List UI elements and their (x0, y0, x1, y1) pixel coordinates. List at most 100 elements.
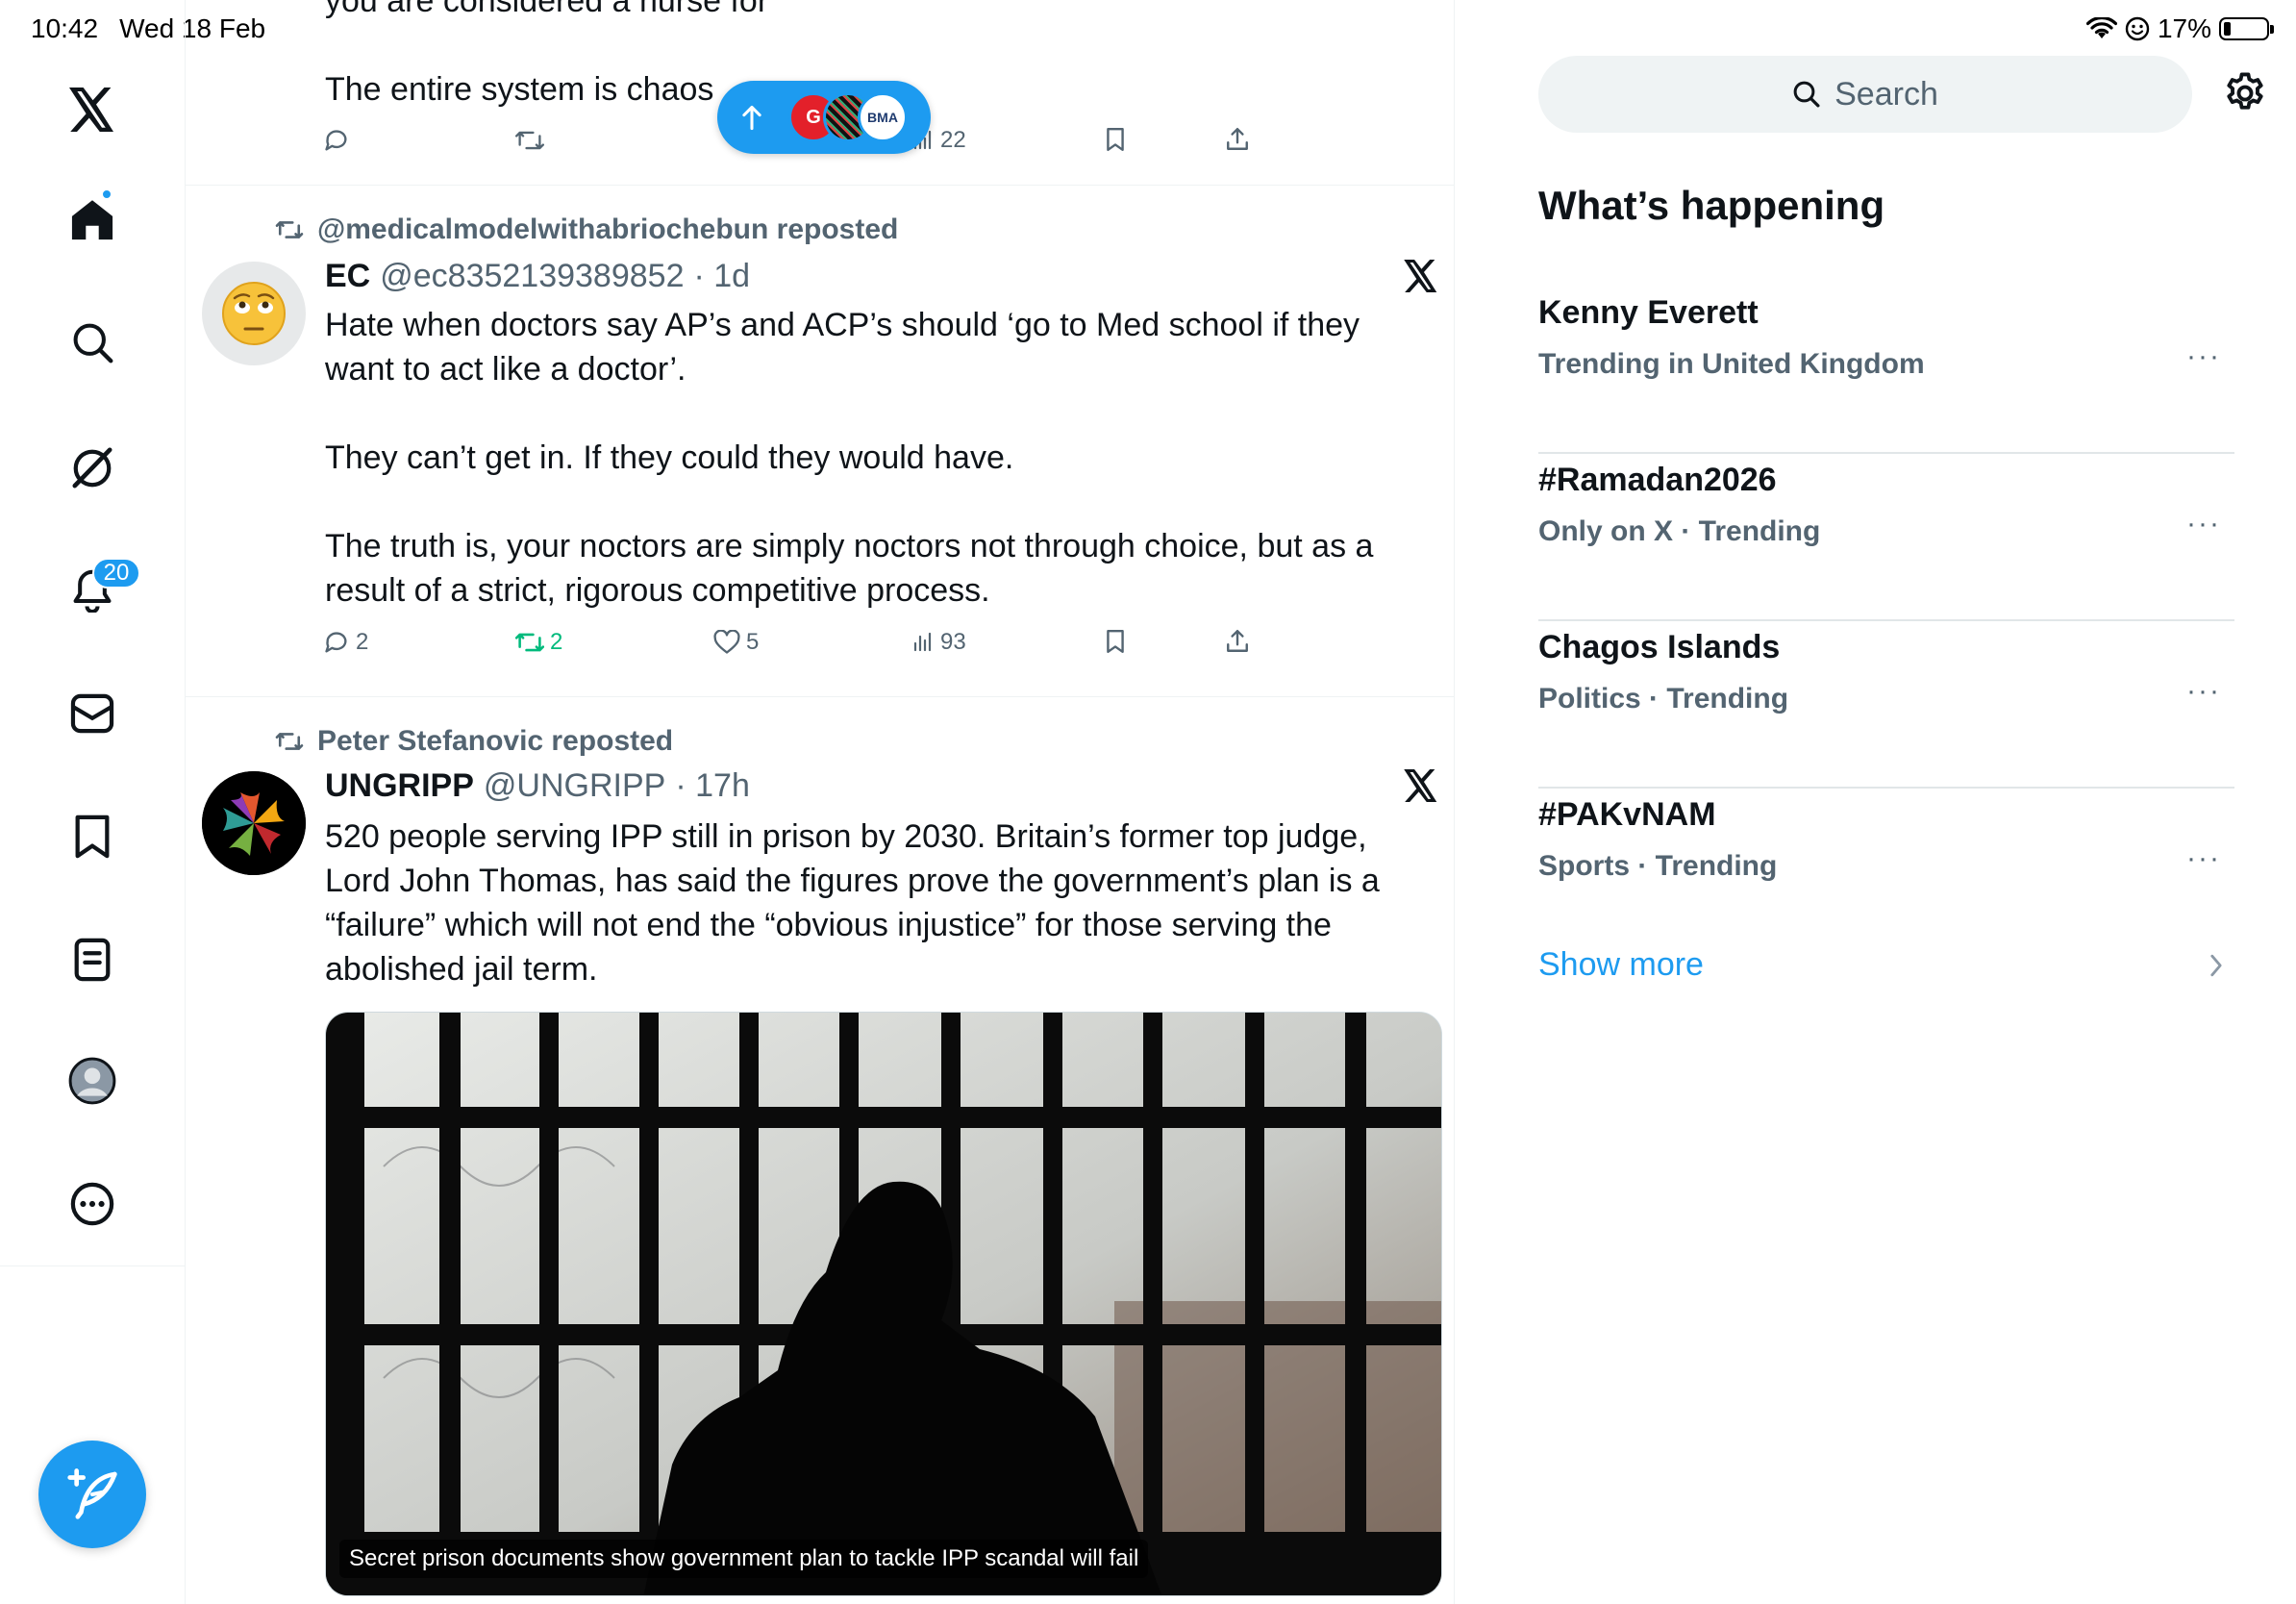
search-input[interactable]: Search (1538, 56, 2192, 133)
more-options-icon[interactable]: ··· (2186, 842, 2221, 875)
battery-percentage: 17% (2157, 13, 2211, 43)
media-caption: Secret prison documents show government … (339, 1540, 1149, 1578)
repost-context[interactable]: @medicalmodelwithabriochebun reposted (275, 213, 898, 246)
tweet-text-line: They can’t get in. If they could they wo… (325, 439, 1014, 476)
tweet-text-line: The truth is, your noctors are simply no… (325, 528, 1374, 564)
tweet-author[interactable]: EC @ec8352139389852 · 1d (325, 258, 750, 295)
reply-button[interactable] (323, 127, 350, 154)
trend-meta: Only on X · Trending (1538, 515, 1821, 547)
author-handle: @ec8352139389852 (380, 258, 685, 294)
repost-context[interactable]: Peter Stefanovic reposted (275, 725, 673, 758)
like-count: 5 (746, 629, 760, 655)
repost-button[interactable] (515, 127, 544, 154)
trend-item[interactable]: Chagos Islands Politics · Trending ··· (1538, 621, 2234, 789)
repost-button[interactable]: 2 (515, 629, 562, 656)
trend-item[interactable]: #PAKvNAM Sports · Trending ··· (1538, 789, 2234, 956)
compose-post-icon (65, 1467, 119, 1521)
compose-post-button[interactable] (38, 1441, 146, 1548)
tweet-text-line: Lord John Thomas, has said the figures p… (325, 863, 1380, 899)
tweet-text-line: Hate when doctors say AP’s and ACP’s sho… (325, 307, 1360, 343)
repost-icon (275, 217, 304, 242)
like-button[interactable]: 5 (713, 629, 759, 656)
x-logo-icon (1404, 260, 1442, 298)
battery-icon (2219, 17, 2274, 40)
tweet-text-line: result of a strict, rigorous competitive… (325, 572, 990, 609)
reply-count: 2 (356, 629, 369, 655)
arrow-up-icon (740, 104, 763, 131)
focus-mode-icon (2125, 16, 2150, 41)
tweet-text-line: 520 people serving IPP still in prison b… (325, 818, 1367, 855)
new-post-avatar: BMA (858, 92, 908, 142)
tweet-time: · 17h (675, 767, 750, 804)
tweet-text-line: “failure” which will not end the “obviou… (325, 907, 1332, 943)
search-icon[interactable] (63, 313, 121, 371)
avatar[interactable] (202, 771, 306, 875)
trend-item[interactable]: Kenny Everett Trending in United Kingdom… (1538, 287, 2234, 454)
grok-icon[interactable] (63, 439, 121, 496)
tweet-text-last-line: The entire system is chaos (325, 71, 714, 108)
tweet-separator (186, 696, 1454, 697)
trend-name: Kenny Everett (1538, 294, 1759, 331)
search-icon (1792, 80, 1821, 109)
whats-happening-title: What’s happening (1538, 183, 1885, 228)
status-time: 10:42 (31, 13, 99, 43)
status-bar-indicators: 17% (2085, 13, 2274, 44)
tweet-actions: 2 2 5 93 (323, 629, 1256, 667)
views-count: 93 (940, 629, 966, 655)
tweet-text-partial: you are considered a nurse for (325, 0, 769, 19)
share-button[interactable] (1225, 629, 1250, 654)
tweet-text-line: want to act like a doctor’. (325, 351, 686, 388)
tweet-author[interactable]: UNGRIPP @UNGRIPP · 17h (325, 767, 750, 805)
trend-meta: Politics · Trending (1538, 683, 1789, 714)
wifi-icon (2085, 17, 2117, 40)
author-handle: @UNGRIPP (483, 767, 666, 804)
more-options-icon[interactable]: ··· (2186, 508, 2221, 540)
trend-item[interactable]: #Ramadan2026 Only on X · Trending ··· (1538, 454, 2234, 621)
bookmark-button[interactable] (1104, 629, 1127, 654)
show-more-link[interactable]: Show more (1538, 946, 1704, 984)
trend-name: Chagos Islands (1538, 629, 1781, 665)
home-unread-dot (101, 188, 112, 200)
repost-icon (275, 729, 304, 754)
author-name[interactable]: UNGRIPP (325, 767, 474, 805)
trend-name: #PAKvNAM (1538, 796, 1716, 833)
avatar[interactable] (202, 262, 306, 365)
messages-icon[interactable] (63, 685, 121, 742)
share-button[interactable] (1225, 127, 1250, 152)
x-logo-icon[interactable] (63, 81, 121, 138)
bookmarks-icon[interactable] (63, 808, 121, 865)
tweet-separator (186, 185, 1454, 186)
views-count: 22 (940, 127, 966, 153)
author-name[interactable]: EC (325, 258, 370, 295)
tweet-media-image[interactable]: Secret prison documents show government … (325, 1012, 1442, 1596)
battery-level (2224, 22, 2231, 36)
more-icon[interactable] (63, 1175, 121, 1233)
feed-right-border (1454, 0, 1455, 1604)
status-bar-clock: 10:42 Wed 18 Feb (31, 13, 287, 44)
trend-meta: Trending in United Kingdom (1538, 348, 1925, 380)
notification-count-badge: 20 (92, 558, 140, 589)
tweet-time: · 1d (693, 258, 751, 294)
more-options-icon[interactable]: ··· (2186, 675, 2221, 708)
new-posts-pill[interactable]: G BMA (717, 81, 931, 154)
lists-icon[interactable] (63, 931, 121, 989)
prison-window-photo (326, 1013, 1441, 1595)
repost-by-label: Peter Stefanovic reposted (317, 725, 674, 757)
home-icon[interactable] (63, 190, 121, 248)
tweet-text-line: abolished jail term. (325, 951, 598, 988)
chevron-right-icon[interactable] (2208, 952, 2225, 979)
settings-gear-icon[interactable] (2223, 71, 2267, 115)
more-options-icon[interactable]: ··· (2186, 340, 2221, 373)
trend-meta: Sports · Trending (1538, 850, 1778, 882)
bookmark-button[interactable] (1104, 127, 1127, 152)
search-placeholder: Search (1834, 75, 1938, 113)
views-button[interactable]: 93 (911, 629, 966, 656)
repost-count: 2 (550, 629, 563, 655)
nav-divider (185, 0, 186, 1604)
profile-icon[interactable] (63, 1052, 121, 1110)
repost-by-label: @medicalmodelwithabriochebun reposted (317, 213, 899, 245)
status-date: Wed 18 Feb (119, 13, 266, 43)
reply-button[interactable]: 2 (323, 629, 368, 656)
x-logo-icon (1404, 769, 1442, 808)
trend-name: #Ramadan2026 (1538, 462, 1777, 498)
